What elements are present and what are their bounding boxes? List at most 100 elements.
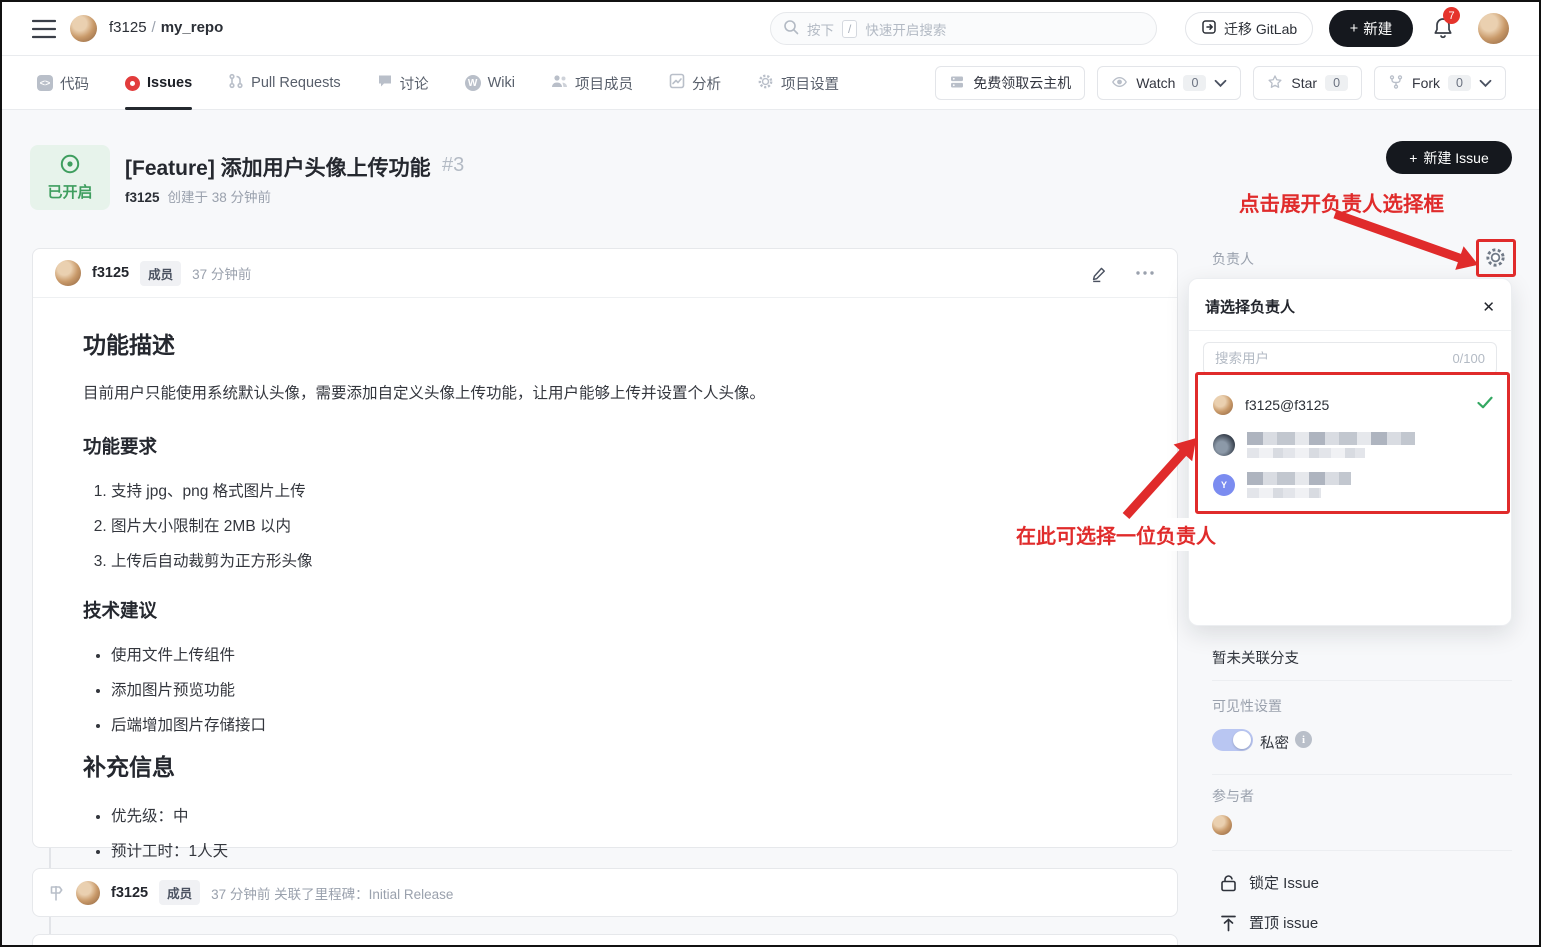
issue-created-time: 创建于 38 分钟前 xyxy=(168,190,272,205)
event-author[interactable]: f3125 xyxy=(111,885,148,901)
user-avatar-letter: Y xyxy=(1213,474,1235,496)
hamburger-menu-icon[interactable] xyxy=(32,19,56,44)
user-option-redacted[interactable]: Y xyxy=(1189,465,1511,505)
description-paragraph: 目前用户只能使用系统默认头像，需要添加自定义头像上传功能，让用户能够上传并设置个… xyxy=(83,382,1151,407)
edit-pencil-icon[interactable] xyxy=(1090,264,1109,283)
section-heading: 功能描述 xyxy=(83,326,1151,360)
free-cloud-host-button[interactable]: 免费领取云主机 xyxy=(935,66,1085,100)
comment-author[interactable]: f3125 xyxy=(92,265,129,281)
list-item: 后端增加图片存储接口 xyxy=(111,713,1151,735)
tab-issues[interactable]: Issues xyxy=(125,56,192,110)
annotation-pick-assignee: 在此可选择一位负责人 xyxy=(1012,518,1220,551)
search-placeholder-post: 快速开启搜索 xyxy=(865,19,946,39)
list-item: 上传后自动裁剪为正方形头像 xyxy=(111,549,1151,571)
panel-title: 请选择负责人 xyxy=(1205,296,1295,317)
current-user-avatar[interactable] xyxy=(1478,13,1509,44)
new-issue-button[interactable]: + 新建 Issue xyxy=(1386,141,1512,174)
tab-wiki[interactable]: W Wiki xyxy=(465,56,515,110)
fork-count: 0 xyxy=(1448,75,1471,91)
user-option-redacted[interactable] xyxy=(1189,425,1511,465)
repo-nav-bar: <> 代码 Issues Pull Requests 讨论 W xyxy=(2,56,1539,110)
issues-icon xyxy=(125,76,140,91)
close-icon[interactable]: ✕ xyxy=(1482,298,1495,316)
new-button[interactable]: + 新建 xyxy=(1329,10,1413,47)
tab-pull-requests[interactable]: Pull Requests xyxy=(228,56,340,110)
member-role-badge: 成员 xyxy=(159,880,200,905)
gitee-issue-page: f3125 / my_repo 按下 / 快速开启搜索 迁移 GitLab + 新建… xyxy=(0,0,1541,947)
issue-number: #3 xyxy=(442,154,464,177)
members-icon xyxy=(551,73,568,93)
plus-icon: + xyxy=(1350,21,1358,37)
search-icon xyxy=(783,19,799,38)
import-icon xyxy=(1201,19,1217,38)
more-actions-icon[interactable] xyxy=(1135,270,1155,276)
tab-issues-label: Issues xyxy=(147,75,192,91)
migrate-gitlab-button[interactable]: 迁移 GitLab xyxy=(1185,12,1313,45)
server-icon xyxy=(949,74,965,93)
participant-avatar[interactable] xyxy=(1212,815,1232,835)
event-author-avatar[interactable] xyxy=(76,881,100,905)
redacted-user-name xyxy=(1247,432,1415,458)
search-char-counter: 0/100 xyxy=(1452,351,1485,366)
breadcrumb-owner[interactable]: f3125 xyxy=(109,19,147,36)
global-search[interactable]: 按下 / 快速开启搜索 xyxy=(770,12,1157,45)
top-bar: f3125 / my_repo 按下 / 快速开启搜索 迁移 GitLab + 新建… xyxy=(2,2,1539,56)
migrate-gitlab-label: 迁移 GitLab xyxy=(1224,19,1297,39)
new-issue-label: 新建 Issue xyxy=(1423,148,1488,168)
issue-status-label: 已开启 xyxy=(47,181,92,202)
list-item: 使用文件上传组件 xyxy=(111,643,1151,665)
milestone-icon xyxy=(47,884,65,902)
watch-button[interactable]: Watch 0 xyxy=(1097,66,1241,100)
comment-author-avatar[interactable] xyxy=(55,260,81,286)
private-label: 私密 xyxy=(1260,732,1289,753)
watch-label: Watch xyxy=(1136,75,1175,91)
watch-count: 0 xyxy=(1183,75,1206,91)
repo-owner-avatar[interactable] xyxy=(70,15,97,42)
breadcrumb-repo[interactable]: my_repo xyxy=(161,19,224,36)
panel-header: 请选择负责人 ✕ xyxy=(1189,279,1511,331)
star-button[interactable]: Star 0 xyxy=(1253,66,1362,100)
notification-count-badge: 7 xyxy=(1443,7,1460,24)
participants-label: 参与者 xyxy=(1212,786,1254,806)
notifications-button[interactable]: 7 xyxy=(1432,16,1454,45)
issue-author[interactable]: f3125 xyxy=(125,190,160,205)
user-option-f3125[interactable]: f3125@f3125 xyxy=(1189,385,1511,425)
section-heading: 功能要求 xyxy=(83,433,1151,459)
new-button-label: 新建 xyxy=(1363,18,1392,39)
lock-issue-button[interactable]: 锁定 Issue xyxy=(1220,872,1319,893)
tech-suggestions-list: 使用文件上传组件 添加图片预览功能 后端增加图片存储接口 xyxy=(111,643,1151,735)
event-text: 37 分钟前 关联了里程碑：Initial Release xyxy=(211,883,453,903)
code-icon: <> xyxy=(37,75,53,91)
tab-members[interactable]: 项目成员 xyxy=(551,56,633,110)
tab-code[interactable]: <> 代码 xyxy=(37,56,89,110)
pin-issue-label: 置顶 issue xyxy=(1249,912,1318,933)
assignee-gear-button[interactable] xyxy=(1484,246,1507,274)
tab-pr-label: Pull Requests xyxy=(251,75,340,91)
fork-button[interactable]: Fork 0 xyxy=(1374,66,1506,100)
tab-discuss-label: 讨论 xyxy=(400,73,429,94)
comment-time: 37 分钟前 xyxy=(192,263,251,283)
tab-discussions[interactable]: 讨论 xyxy=(377,56,429,110)
assignee-selector-panel: 请选择负责人 ✕ 0/100 f3125@f3125 Y xyxy=(1188,278,1512,626)
assignee-search-input[interactable] xyxy=(1215,351,1444,366)
tab-settings[interactable]: 项目设置 xyxy=(757,56,839,110)
assignee-search-box[interactable]: 0/100 xyxy=(1203,342,1497,375)
issue-open-icon xyxy=(59,153,81,175)
breadcrumb-separator: / xyxy=(152,19,156,36)
issue-byline: f3125 创建于 38 分钟前 xyxy=(125,186,271,206)
list-item: 优先级：中 xyxy=(111,804,1151,826)
list-item: 添加图片预览功能 xyxy=(111,678,1151,700)
user-avatar xyxy=(1213,434,1235,456)
pin-issue-button[interactable]: 置顶 issue xyxy=(1220,912,1318,933)
comment-header: f3125 成员 37 分钟前 xyxy=(33,249,1177,298)
redacted-user-name xyxy=(1247,472,1351,498)
list-item: 预计工时：1人天 xyxy=(111,839,1151,861)
star-icon xyxy=(1267,74,1283,93)
member-role-badge: 成员 xyxy=(140,261,181,286)
tab-analytics[interactable]: 分析 xyxy=(669,56,721,110)
search-slash-keycap: / xyxy=(842,20,857,38)
private-toggle[interactable] xyxy=(1212,729,1253,751)
comment-tools xyxy=(1090,264,1155,283)
milestone-event-row: f3125 成员 37 分钟前 关联了里程碑：Initial Release xyxy=(32,868,1178,917)
visibility-label: 可见性设置 xyxy=(1212,696,1282,716)
